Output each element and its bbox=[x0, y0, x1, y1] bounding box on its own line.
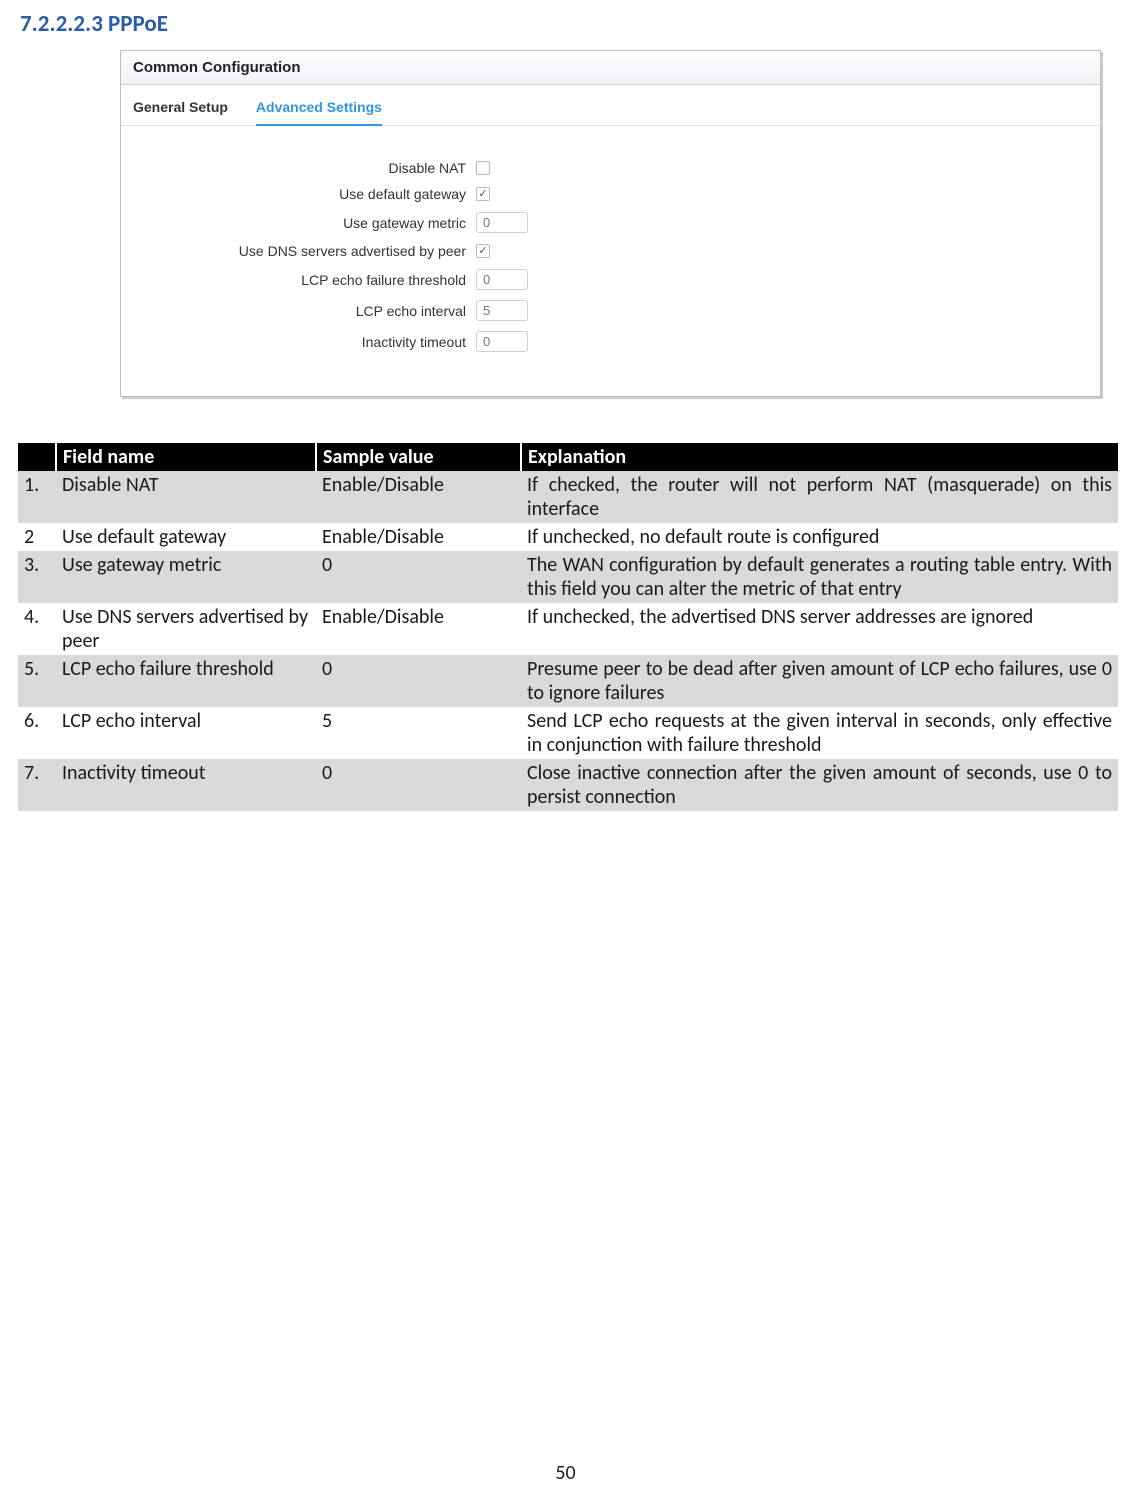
check-icon: ✓ bbox=[478, 189, 487, 200]
checkbox-input[interactable]: ✓ bbox=[476, 244, 490, 258]
table-cell-val: Enable/Disable bbox=[316, 471, 521, 523]
text-input[interactable]: 0 bbox=[476, 269, 528, 290]
table-row: 1.Disable NATEnable/DisableIf checked, t… bbox=[18, 471, 1118, 523]
table-cell-num: 1. bbox=[18, 471, 56, 523]
tab-bar: General Setup Advanced Settings bbox=[121, 85, 1100, 126]
table-header-num bbox=[18, 443, 56, 471]
page-number: 50 bbox=[0, 1461, 1131, 1485]
table-cell-name: Use gateway metric bbox=[56, 551, 316, 603]
table-cell-name: Use DNS servers advertised by peer bbox=[56, 603, 316, 655]
form-label: LCP echo failure threshold bbox=[141, 272, 466, 288]
panel-title: Common Configuration bbox=[121, 51, 1100, 85]
form-row: Inactivity timeout 0 bbox=[141, 331, 1080, 352]
table-row: 4.Use DNS servers advertised by peerEnab… bbox=[18, 603, 1118, 655]
table-cell-name: LCP echo failure threshold bbox=[56, 655, 316, 707]
table-cell-name: Use default gateway bbox=[56, 523, 316, 551]
table-row: 6.LCP echo interval5Send LCP echo reques… bbox=[18, 707, 1118, 759]
table-cell-name: LCP echo interval bbox=[56, 707, 316, 759]
table-header-row: Field name Sample value Explanation bbox=[18, 443, 1118, 471]
table-cell-exp: Close inactive connection after the give… bbox=[521, 759, 1118, 811]
table-cell-num: 3. bbox=[18, 551, 56, 603]
section-heading: 7.2.2.2.3 PPPoE bbox=[20, 10, 1121, 38]
text-input[interactable]: 5 bbox=[476, 300, 528, 321]
table-cell-exp: If unchecked, the advertised DNS server … bbox=[521, 603, 1118, 655]
table-header-name: Field name bbox=[56, 443, 316, 471]
table-row: 7.Inactivity timeout0Close inactive conn… bbox=[18, 759, 1118, 811]
table-cell-exp: If unchecked, no default route is config… bbox=[521, 523, 1118, 551]
field-description-table: Field name Sample value Explanation 1.Di… bbox=[18, 443, 1118, 811]
text-input[interactable]: 0 bbox=[476, 212, 528, 233]
tab-advanced-settings[interactable]: Advanced Settings bbox=[256, 93, 382, 125]
form-label: Use default gateway bbox=[141, 186, 466, 202]
table-header-exp: Explanation bbox=[521, 443, 1118, 471]
table-row: 2Use default gatewayEnable/DisableIf unc… bbox=[18, 523, 1118, 551]
text-input[interactable]: 0 bbox=[476, 331, 528, 352]
tab-general-setup[interactable]: General Setup bbox=[133, 93, 228, 125]
form-row: Use DNS servers advertised by peer ✓ bbox=[141, 243, 1080, 259]
checkbox-input[interactable] bbox=[476, 161, 490, 175]
check-icon: ✓ bbox=[478, 246, 487, 257]
form-label: Use DNS servers advertised by peer bbox=[141, 243, 466, 259]
form-row: Use default gateway ✓ bbox=[141, 186, 1080, 202]
table-cell-val: Enable/Disable bbox=[316, 523, 521, 551]
table-cell-val: 5 bbox=[316, 707, 521, 759]
config-panel: Common Configuration General Setup Advan… bbox=[120, 50, 1101, 397]
table-cell-num: 2 bbox=[18, 523, 56, 551]
checkbox-input[interactable]: ✓ bbox=[476, 187, 490, 201]
table-header-val: Sample value bbox=[316, 443, 521, 471]
form-label: Disable NAT bbox=[141, 160, 466, 176]
table-cell-exp: Presume peer to be dead after given amou… bbox=[521, 655, 1118, 707]
form-row: Disable NAT bbox=[141, 160, 1080, 176]
table-row: 3.Use gateway metric0The WAN configurati… bbox=[18, 551, 1118, 603]
table-cell-val: 0 bbox=[316, 551, 521, 603]
table-cell-val: Enable/Disable bbox=[316, 603, 521, 655]
form-row: LCP echo failure threshold 0 bbox=[141, 269, 1080, 290]
form-label: Use gateway metric bbox=[141, 215, 466, 231]
table-row: 5.LCP echo failure threshold0Presume pee… bbox=[18, 655, 1118, 707]
table-cell-exp: Send LCP echo requests at the given inte… bbox=[521, 707, 1118, 759]
table-cell-num: 4. bbox=[18, 603, 56, 655]
table-cell-exp: The WAN configuration by default generat… bbox=[521, 551, 1118, 603]
form-row: Use gateway metric 0 bbox=[141, 212, 1080, 233]
table-cell-exp: If checked, the router will not perform … bbox=[521, 471, 1118, 523]
form-row: LCP echo interval 5 bbox=[141, 300, 1080, 321]
table-cell-num: 5. bbox=[18, 655, 56, 707]
table-cell-name: Inactivity timeout bbox=[56, 759, 316, 811]
table-cell-val: 0 bbox=[316, 759, 521, 811]
form-area: Disable NAT Use default gateway ✓ Use gatew… bbox=[121, 126, 1100, 396]
table-cell-name: Disable NAT bbox=[56, 471, 316, 523]
form-label: LCP echo interval bbox=[141, 303, 466, 319]
table-cell-num: 7. bbox=[18, 759, 56, 811]
config-screenshot: Common Configuration General Setup Advan… bbox=[120, 50, 1101, 397]
table-cell-val: 0 bbox=[316, 655, 521, 707]
form-label: Inactivity timeout bbox=[141, 334, 466, 350]
table-cell-num: 6. bbox=[18, 707, 56, 759]
